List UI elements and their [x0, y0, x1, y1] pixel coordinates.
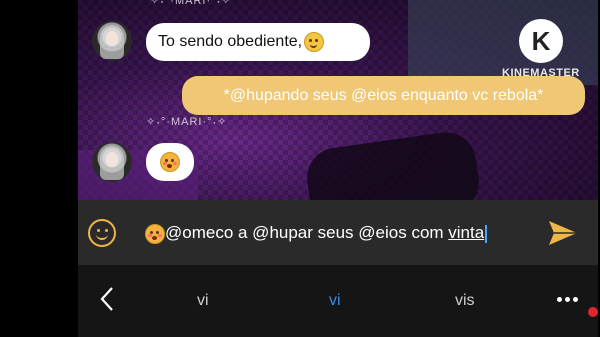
avatar[interactable] [92, 21, 132, 61]
suggestion-3[interactable]: vis [455, 292, 475, 310]
flushed-face-icon [160, 152, 180, 172]
kinemaster-watermark-text: KINEMASTER [502, 67, 580, 79]
record-indicator-icon [588, 307, 598, 317]
kinemaster-logo: K [519, 19, 563, 63]
more-options-icon[interactable] [557, 297, 578, 302]
incoming-message-bubble[interactable]: To sendo obediente, [146, 23, 370, 61]
suggestion-2[interactable]: vi [329, 292, 341, 310]
smiling-face-icon [304, 32, 325, 52]
chevron-left-icon[interactable] [100, 286, 114, 312]
background-shape [303, 128, 483, 200]
message-text: *@hupando seus @eios enquanto vc rebola* [223, 86, 544, 104]
flushed-face-icon [145, 223, 165, 244]
message-input[interactable]: @omeco a @hupar seus @eios com vinta [145, 223, 488, 244]
message-input-text: @omeco a @hupar seus @eios com [165, 223, 449, 242]
message-text: To sendo obediente, [158, 33, 303, 50]
emoji-picker-button[interactable] [88, 219, 116, 247]
message-input-underlined-word: vinta [448, 223, 485, 242]
avatar[interactable] [92, 142, 132, 182]
send-icon[interactable] [547, 219, 579, 247]
suggestion-1[interactable]: vi [197, 292, 209, 310]
sender-name-tag: ✧˖°·MARI·°˖✧ [150, 0, 232, 7]
outgoing-message-bubble[interactable]: *@hupando seus @eios enquanto vc rebola* [182, 76, 585, 115]
text-caret [485, 224, 488, 243]
sender-name-tag: ✧˖°·MARI·°˖✧ [146, 116, 228, 128]
left-black-bar [0, 0, 78, 337]
incoming-message-bubble[interactable] [146, 143, 194, 181]
